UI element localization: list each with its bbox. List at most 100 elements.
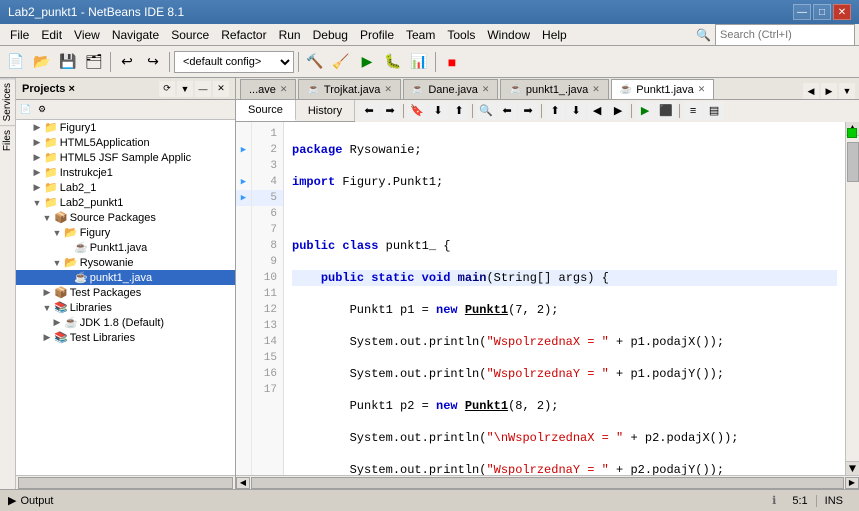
panel-minimize-button[interactable]: — — [195, 81, 211, 97]
tab-close[interactable]: ✕ — [592, 84, 600, 95]
profile-button[interactable]: 📊 — [407, 50, 431, 74]
vertical-scrollbar[interactable]: ▲ ▼ — [845, 122, 859, 489]
tree-item-lab2-1[interactable]: ▶ 📁 Lab2_1 — [16, 180, 235, 195]
menu-navigate[interactable]: Navigate — [106, 26, 165, 44]
scroll-thumb[interactable] — [847, 142, 859, 182]
history-tab[interactable]: History — [296, 100, 355, 121]
tab-punkt1-active[interactable]: ☕ Punkt1.java ✕ — [611, 79, 714, 99]
expand-icon[interactable]: ▼ — [42, 303, 52, 313]
menu-team[interactable]: Team — [400, 26, 441, 44]
clean-button[interactable]: 🧹 — [329, 50, 353, 74]
scroll-down[interactable]: ▼ — [846, 461, 859, 475]
menu-source[interactable]: Source — [165, 26, 215, 44]
save-button[interactable]: 💾 — [56, 50, 80, 74]
tree-item-instrukcje1[interactable]: ▶ 📁 Instrukcje1 — [16, 165, 235, 180]
menu-help[interactable]: Help — [536, 26, 573, 44]
tree-item-source-packages[interactable]: ▼ 📦 Source Packages — [16, 210, 235, 225]
expand-icon[interactable]: ▶ — [52, 317, 62, 328]
search-input[interactable] — [715, 24, 855, 46]
ed-btn-6[interactable]: ⬅ — [497, 102, 517, 120]
ed-btn-3[interactable]: 🔖 — [407, 102, 427, 120]
tree-item-libraries[interactable]: ▼ 📚 Libraries — [16, 300, 235, 315]
tab-scroll-right[interactable]: ▶ — [821, 83, 837, 99]
expand-icon[interactable]: ▶ — [32, 137, 42, 148]
tab-ave[interactable]: ...ave ✕ — [240, 79, 296, 99]
files-tab[interactable]: Files — [0, 125, 15, 155]
tree-item-rysowanie[interactable]: ▼ 📂 Rysowanie — [16, 255, 235, 270]
menu-refactor[interactable]: Refactor — [215, 26, 272, 44]
tab-punkt1-underscore[interactable]: ☕ punkt1_.java ✕ — [500, 79, 608, 99]
menu-debug[interactable]: Debug — [307, 26, 354, 44]
tab-list[interactable]: ▼ — [839, 83, 855, 99]
expand-icon[interactable]: ▼ — [52, 228, 62, 238]
panel-close-button[interactable]: ✕ — [213, 81, 229, 97]
hscroll-right[interactable]: ▶ — [845, 477, 859, 489]
run-button[interactable]: ▶ — [355, 50, 379, 74]
tab-dane[interactable]: ☕ Dane.java ✕ — [403, 79, 499, 99]
properties-button[interactable]: ⚙ — [34, 102, 50, 118]
new-project-button[interactable]: 📄 — [4, 50, 28, 74]
undo-button[interactable]: ↩ — [115, 50, 139, 74]
expand-icon[interactable]: ▶ — [42, 332, 52, 343]
ed-btn-4[interactable]: ⬇ — [428, 102, 448, 120]
tab-trojkat[interactable]: ☕ Trojkat.java ✕ — [298, 79, 400, 99]
save-all-button[interactable]: 🗂 — [82, 50, 106, 74]
tree-item-jdk[interactable]: ▶ ☕ JDK 1.8 (Default) — [16, 315, 235, 330]
maximize-button[interactable]: □ — [813, 4, 831, 20]
tree-item-test-packages[interactable]: ▶ 📦 Test Packages — [16, 285, 235, 300]
tab-close[interactable]: ✕ — [698, 84, 706, 95]
expand-icon[interactable]: ▶ — [42, 287, 52, 298]
menu-tools[interactable]: Tools — [441, 26, 481, 44]
menu-profile[interactable]: Profile — [354, 26, 400, 44]
services-tab[interactable]: Services — [0, 78, 15, 125]
expand-icon[interactable]: ▼ — [32, 198, 42, 208]
ed-btn-5[interactable]: ⬆ — [449, 102, 469, 120]
tree-item-html5[interactable]: ▶ 📁 HTML5Application — [16, 135, 235, 150]
tree-item-figury1[interactable]: ▶ 📁 Figury1 — [16, 120, 235, 135]
ed-btn-search[interactable]: 🔍 — [476, 102, 496, 120]
panel-config-button[interactable]: ▼ — [177, 81, 193, 97]
ed-btn-stop[interactable]: ⬛ — [656, 102, 676, 120]
ed-btn-1[interactable]: ⬅ — [359, 102, 379, 120]
tab-close[interactable]: ✕ — [482, 84, 490, 95]
menu-window[interactable]: Window — [481, 26, 536, 44]
tab-close[interactable]: ✕ — [384, 84, 392, 95]
tab-scroll-left[interactable]: ◀ — [803, 83, 819, 99]
config-dropdown[interactable]: <default config> — [174, 51, 294, 73]
expand-icon[interactable]: ▶ — [32, 152, 42, 163]
open-project-button[interactable]: 📂 — [30, 50, 54, 74]
panel-sync-button[interactable]: ⟳ — [159, 81, 175, 97]
tree-item-figury[interactable]: ▼ 📂 Figury — [16, 225, 235, 240]
ed-btn-more[interactable]: ≡ — [683, 102, 703, 120]
horizontal-scrollbar[interactable]: ◀ ▶ — [236, 475, 859, 489]
build-button[interactable]: 🔨 — [303, 50, 327, 74]
code-content[interactable]: package Rysowanie; import Figury.Punkt1;… — [284, 122, 845, 489]
ed-btn-9[interactable]: ⬇ — [566, 102, 586, 120]
expand-icon[interactable]: ▶ — [32, 122, 42, 133]
stop-button[interactable]: ■ — [440, 50, 464, 74]
close-button[interactable]: ✕ — [833, 4, 851, 20]
redo-button[interactable]: ↪ — [141, 50, 165, 74]
ed-btn-10[interactable]: ◀ — [587, 102, 607, 120]
menu-file[interactable]: File — [4, 26, 35, 44]
tab-close[interactable]: ✕ — [280, 84, 288, 95]
ed-btn-run[interactable]: ▶ — [635, 102, 655, 120]
ed-btn-7[interactable]: ➡ — [518, 102, 538, 120]
new-file-button[interactable]: 📄 — [18, 102, 34, 118]
menu-run[interactable]: Run — [273, 26, 307, 44]
source-tab[interactable]: Source — [236, 100, 296, 121]
expand-icon[interactable]: ▶ — [32, 167, 42, 178]
tree-item-lab2-punkt1[interactable]: ▼ 📁 Lab2_punkt1 — [16, 195, 235, 210]
output-tab[interactable]: ▶ Output — [8, 494, 54, 507]
expand-icon[interactable]: ▶ — [32, 182, 42, 193]
ed-btn-cols[interactable]: ▤ — [704, 102, 724, 120]
tree-item-punkt1-java[interactable]: ☕ Punkt1.java — [16, 240, 235, 255]
menu-view[interactable]: View — [68, 26, 106, 44]
expand-icon[interactable]: ▼ — [52, 258, 62, 268]
tree-item-test-libraries[interactable]: ▶ 📚 Test Libraries — [16, 330, 235, 345]
menu-edit[interactable]: Edit — [35, 26, 68, 44]
hscroll-thumb[interactable] — [251, 477, 844, 489]
ed-btn-8[interactable]: ⬆ — [545, 102, 565, 120]
ed-btn-2[interactable]: ➡ — [380, 102, 400, 120]
tree-item-html5jsf[interactable]: ▶ 📁 HTML5 JSF Sample Applic — [16, 150, 235, 165]
